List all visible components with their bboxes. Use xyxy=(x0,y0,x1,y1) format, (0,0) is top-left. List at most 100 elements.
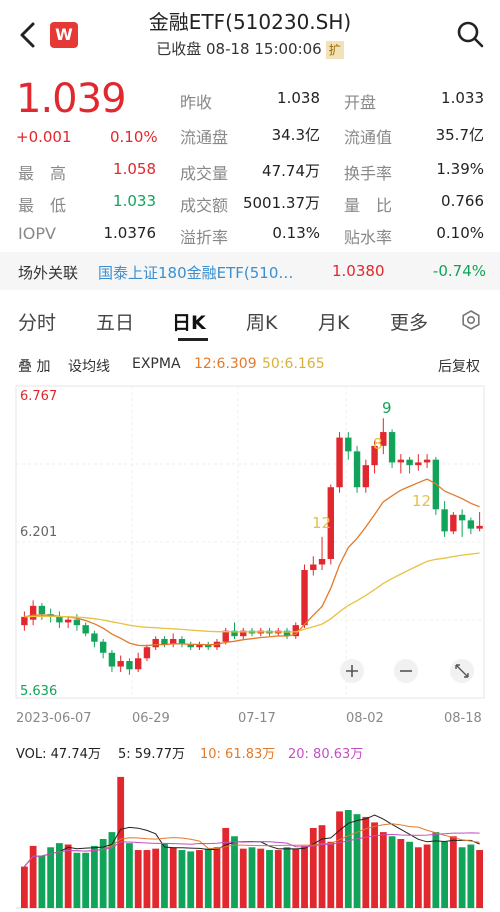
volume-bar xyxy=(336,811,343,908)
tab-five-day[interactable]: 五日 xyxy=(96,308,134,335)
prev-close-label: 昨收 xyxy=(180,93,213,112)
candle-body xyxy=(353,451,361,488)
candle-body xyxy=(415,462,422,466)
expand-badge[interactable]: 扩 xyxy=(325,40,344,59)
volume-bar xyxy=(283,847,291,908)
price-change-percent: 0.10% xyxy=(110,128,158,146)
low-value: 1.033 xyxy=(113,192,156,210)
candle-body xyxy=(450,514,457,532)
tab-daily-k[interactable]: 日K xyxy=(172,308,206,335)
kline-chart[interactable]: 6.767 6.201 5.636 12 8 9 12 2023-06-07 0… xyxy=(0,378,500,912)
last-price: 1.039 xyxy=(16,76,127,122)
expma-label[interactable]: EXPMA xyxy=(132,356,181,372)
price-axis-labels: 6.767 6.201 5.636 xyxy=(20,389,57,699)
candle-body xyxy=(21,616,28,626)
price-min-label: 5.636 xyxy=(20,684,57,699)
float-value-value: 35.7亿 xyxy=(435,126,484,144)
volume-bar xyxy=(152,848,160,908)
volume-bar xyxy=(362,816,370,908)
volume-bar xyxy=(309,827,317,908)
related-fund-row[interactable]: 场外关联 国泰上证180金融ETF(510… 1.0380 -0.74% xyxy=(0,252,500,290)
tab-more[interactable]: 更多 xyxy=(390,308,428,335)
volume-bar xyxy=(423,844,431,908)
search-button[interactable] xyxy=(456,20,484,48)
top-bar: W 金融ETF(510230.SH) 已收盘 08-18 15:00:06 扩 xyxy=(0,0,500,68)
volume-bar xyxy=(187,851,195,908)
volume-bar xyxy=(467,844,475,908)
fullscreen-button[interactable] xyxy=(450,659,474,683)
expma12-value: 12:6.309 xyxy=(194,356,257,372)
open-label: 开盘 xyxy=(344,93,377,112)
zoom-in-button[interactable] xyxy=(340,659,364,683)
candle-body xyxy=(143,647,151,659)
volume-bar xyxy=(353,814,361,908)
volume-bar xyxy=(388,836,396,908)
volume-bar xyxy=(414,847,422,908)
volume-bar xyxy=(64,844,72,908)
candle-body xyxy=(345,437,352,452)
volume-bar xyxy=(82,852,90,908)
candles xyxy=(21,418,483,675)
candle-body xyxy=(29,605,37,620)
volume-bar xyxy=(29,845,37,908)
expma50-value: 50:6.165 xyxy=(262,356,325,372)
premium-rate-label: 溢折率 xyxy=(180,228,229,247)
tab-intraday[interactable]: 分时 xyxy=(18,308,56,335)
volume-bar xyxy=(397,839,405,908)
volume-bar xyxy=(20,866,28,908)
volume-ratio-value: 0.766 xyxy=(441,192,484,210)
tab-weekly-k[interactable]: 周K xyxy=(246,308,277,335)
iopv-value: 1.0376 xyxy=(103,224,157,242)
related-fund-value: 1.0380 xyxy=(332,262,385,280)
volume-bar xyxy=(47,847,55,908)
discount-rate-value: 0.10% xyxy=(436,224,484,242)
high-value: 1.058 xyxy=(113,160,156,178)
volume-bar xyxy=(266,850,273,908)
candle-body xyxy=(82,625,89,634)
x-label-1: 06-29 xyxy=(132,711,170,726)
candle-body xyxy=(301,570,308,626)
volume-bar xyxy=(379,832,387,908)
marker-12-right: 12 xyxy=(412,492,431,510)
volume-bar xyxy=(134,850,142,908)
overlay-button[interactable]: 叠 加 xyxy=(18,356,50,376)
chart-grid xyxy=(15,385,485,699)
vol-label: VOL: 47.74万 xyxy=(16,747,101,762)
volume-bar xyxy=(441,841,449,908)
settings-icon[interactable] xyxy=(459,308,483,332)
price-mid-label: 6.201 xyxy=(20,525,57,540)
tab-monthly-k[interactable]: 月K xyxy=(318,308,349,335)
zoom-out-button[interactable] xyxy=(394,659,418,683)
volume-value: 47.74万 xyxy=(262,162,320,180)
volume-bar xyxy=(476,850,484,908)
volume-legend: VOL: 47.74万 5: 59.77万 10: 61.83万 20: 80.… xyxy=(16,747,363,762)
candle-body xyxy=(336,437,343,488)
candle-body xyxy=(362,465,370,488)
ma-setting-button[interactable]: 设均线 xyxy=(68,356,110,376)
discount-rate-label: 贴水率 xyxy=(344,228,393,247)
adjust-button[interactable]: 后复权 xyxy=(438,356,480,376)
related-fund-name[interactable]: 国泰上证180金融ETF(510… xyxy=(98,262,326,283)
candle-body xyxy=(126,661,133,670)
float-shares-value: 34.3亿 xyxy=(271,126,320,144)
premium-rate-value: 0.13% xyxy=(272,224,320,242)
candle-body xyxy=(117,661,124,667)
volume-bar xyxy=(292,848,300,908)
candle-body xyxy=(38,605,46,615)
candle-body xyxy=(397,459,405,463)
volume-bar xyxy=(73,852,81,908)
volume-bars xyxy=(16,776,484,909)
prev-close-value: 1.038 xyxy=(277,89,320,107)
app-root: W 金融ETF(510230.SH) 已收盘 08-18 15:00:06 扩 1… xyxy=(0,0,500,912)
turnover-amount-label: 成交额 xyxy=(180,196,229,215)
turnover-rate-value: 1.39% xyxy=(436,160,484,178)
volume-bar xyxy=(449,836,457,908)
volume-bar xyxy=(318,825,326,908)
x-axis-labels: 2023-06-07 06-29 07-17 08-02 08-18 xyxy=(16,711,482,726)
volume-bar xyxy=(204,848,212,908)
active-tab-underline xyxy=(178,338,208,341)
turnover-amount-value: 5001.37万 xyxy=(242,194,320,212)
float-value-label: 流通值 xyxy=(344,128,393,147)
candle-body xyxy=(441,509,448,532)
volume-bar xyxy=(248,847,256,908)
